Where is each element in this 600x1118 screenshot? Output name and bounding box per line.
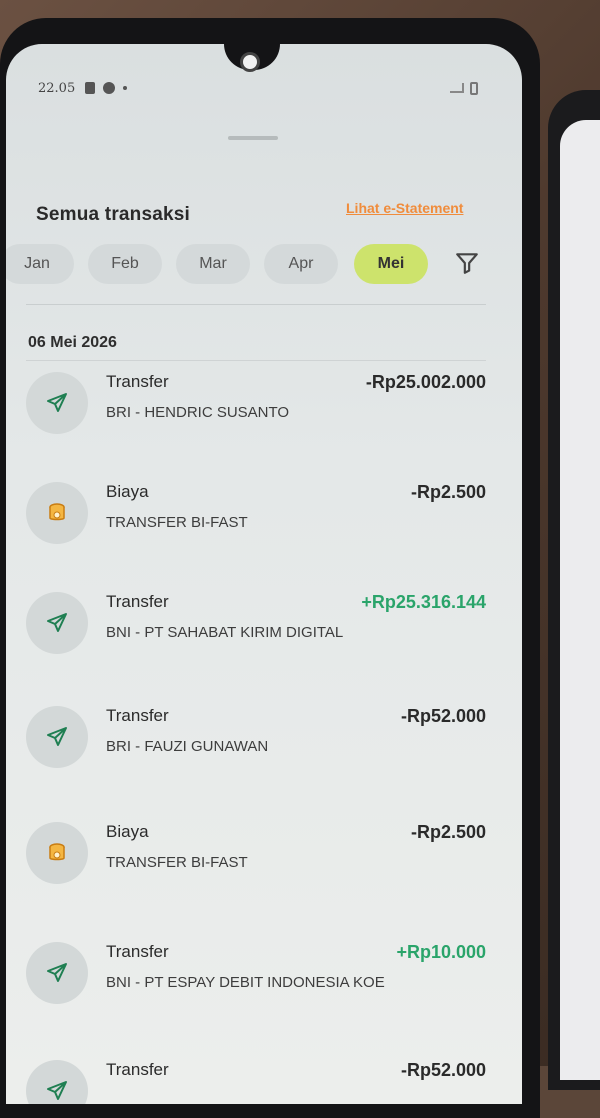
tab-month-mar[interactable]: Mar: [176, 244, 250, 284]
front-camera: [240, 52, 260, 72]
transaction-icon-container: [26, 706, 88, 768]
divider: [26, 304, 486, 305]
transaction-row[interactable]: Transfer BNI - PT SAHABAT KIRIM DIGITAL …: [6, 582, 506, 692]
tab-month-jan[interactable]: Jan: [6, 244, 74, 284]
date-group-header: 06 Mei 2026: [28, 334, 117, 352]
transaction-amount: -Rp25.002.000: [366, 372, 486, 393]
transaction-description: TRANSFER BI-FAST: [106, 514, 248, 531]
phone-screen: 22.05 Semua transaksi Lihat e-Statement …: [6, 44, 522, 1104]
transaction-row[interactable]: Biaya TRANSFER BI-FAST -Rp2.500: [6, 812, 506, 922]
transaction-type: Transfer: [106, 1060, 169, 1080]
status-bar: 22.05: [38, 76, 478, 100]
second-phone-screen: [560, 120, 600, 1080]
more-notifications-icon: [123, 86, 127, 90]
transaction-description: BNI - PT ESPAY DEBIT INDONESIA KOE: [106, 974, 385, 991]
notification-icon: [85, 82, 95, 94]
paper-plane-icon: [45, 611, 69, 635]
transaction-amount: +Rp25.316.144: [361, 592, 486, 613]
paper-plane-icon: [45, 391, 69, 415]
tab-month-feb[interactable]: Feb: [88, 244, 162, 284]
paper-plane-icon: [45, 725, 69, 749]
page-title: Semua transaksi: [36, 204, 190, 226]
sheet-drag-handle[interactable]: [228, 136, 278, 140]
transaction-icon-container: [26, 592, 88, 654]
signal-icon: [450, 83, 464, 93]
app-notification-icon: [103, 82, 115, 94]
transaction-type: Transfer: [106, 592, 169, 612]
transaction-row[interactable]: Biaya TRANSFER BI-FAST -Rp2.500: [6, 472, 506, 582]
transaction-description: BRI - FAUZI GUNAWAN: [106, 738, 268, 755]
transaction-amount: -Rp2.500: [411, 482, 486, 503]
coin-stack-icon: [45, 841, 69, 865]
transaction-type: Biaya: [106, 822, 149, 842]
paper-plane-icon: [45, 961, 69, 985]
transaction-description: TRANSFER BI-FAST: [106, 854, 248, 871]
phone-body: 22.05 Semua transaksi Lihat e-Statement …: [0, 18, 540, 1118]
transaction-icon-container: [26, 482, 88, 544]
estatement-link[interactable]: Lihat e-Statement: [346, 200, 463, 216]
transaction-row[interactable]: Transfer -Rp52.000: [6, 1050, 506, 1104]
paper-plane-icon: [45, 1079, 69, 1103]
transaction-icon-container: [26, 822, 88, 884]
battery-icon: [470, 82, 478, 95]
transaction-description: BNI - PT SAHABAT KIRIM DIGITAL: [106, 624, 343, 641]
transaction-amount: +Rp10.000: [396, 942, 486, 963]
coin-stack-icon: [45, 501, 69, 525]
transaction-icon-container: [26, 372, 88, 434]
transaction-amount: -Rp2.500: [411, 822, 486, 843]
transaction-type: Transfer: [106, 372, 169, 392]
transaction-icon-container: [26, 1060, 88, 1104]
divider: [26, 360, 486, 361]
transaction-type: Transfer: [106, 942, 169, 962]
transaction-row[interactable]: Transfer BRI - HENDRIC SUSANTO -Rp25.002…: [6, 362, 506, 472]
tab-month-apr[interactable]: Apr: [264, 244, 338, 284]
tab-month-mei[interactable]: Mei: [354, 244, 428, 284]
transaction-row[interactable]: Transfer BNI - PT ESPAY DEBIT INDONESIA …: [6, 932, 506, 1042]
transaction-amount: -Rp52.000: [401, 1060, 486, 1081]
transaction-type: Biaya: [106, 482, 149, 502]
transaction-row[interactable]: Transfer BRI - FAUZI GUNAWAN -Rp52.000: [6, 696, 506, 806]
status-time: 22.05: [38, 81, 75, 96]
transaction-type: Transfer: [106, 706, 169, 726]
transaction-description: BRI - HENDRIC SUSANTO: [106, 404, 289, 421]
filter-icon[interactable]: [454, 250, 480, 276]
transaction-amount: -Rp52.000: [401, 706, 486, 727]
month-filter-tabs: Jan Feb Mar Apr Mei: [6, 244, 506, 288]
transaction-icon-container: [26, 942, 88, 1004]
